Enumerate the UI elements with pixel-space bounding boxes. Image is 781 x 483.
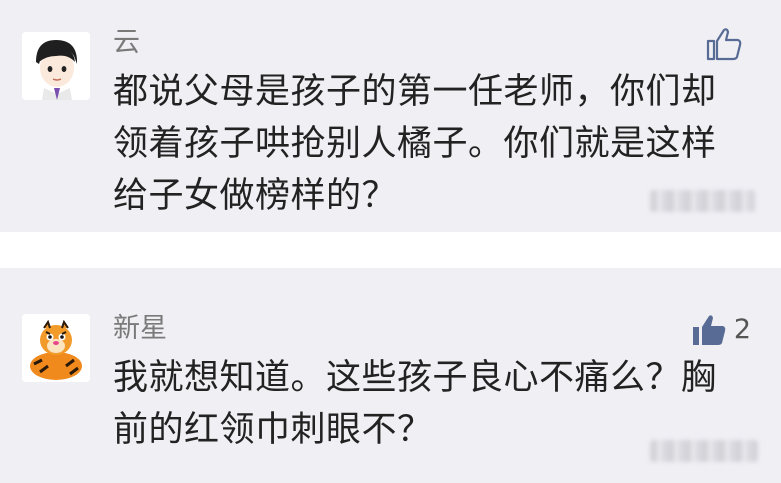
comment-item: 新星 2 我就想知道。这些孩子良心不痛么？胸 前的红领巾刺眼不？ [0,268,781,483]
thumbs-up-filled-icon [692,315,726,345]
blurred-timestamp [650,440,758,462]
like-button[interactable] [705,26,749,62]
cartoon-boy-avatar [22,32,90,100]
comment-username[interactable]: 云 [113,26,140,60]
like-button[interactable]: 2 [690,312,751,348]
comment-feed: 云 都说父母是孩子的第一任老师，你们却 领着孩子哄抢别人橘子。你们就是这样 给子… [0,0,781,483]
comment-item: 云 都说父母是孩子的第一任老师，你们却 领着孩子哄抢别人橘子。你们就是这样 给子… [0,0,781,232]
blurred-timestamp [650,190,755,212]
like-count: 2 [733,314,751,345]
avatar[interactable] [22,314,90,382]
tigger-avatar [22,314,90,382]
thumbs-up-outline-icon [706,28,742,61]
avatar[interactable] [22,32,90,100]
comment-username[interactable]: 新星 [113,312,167,346]
